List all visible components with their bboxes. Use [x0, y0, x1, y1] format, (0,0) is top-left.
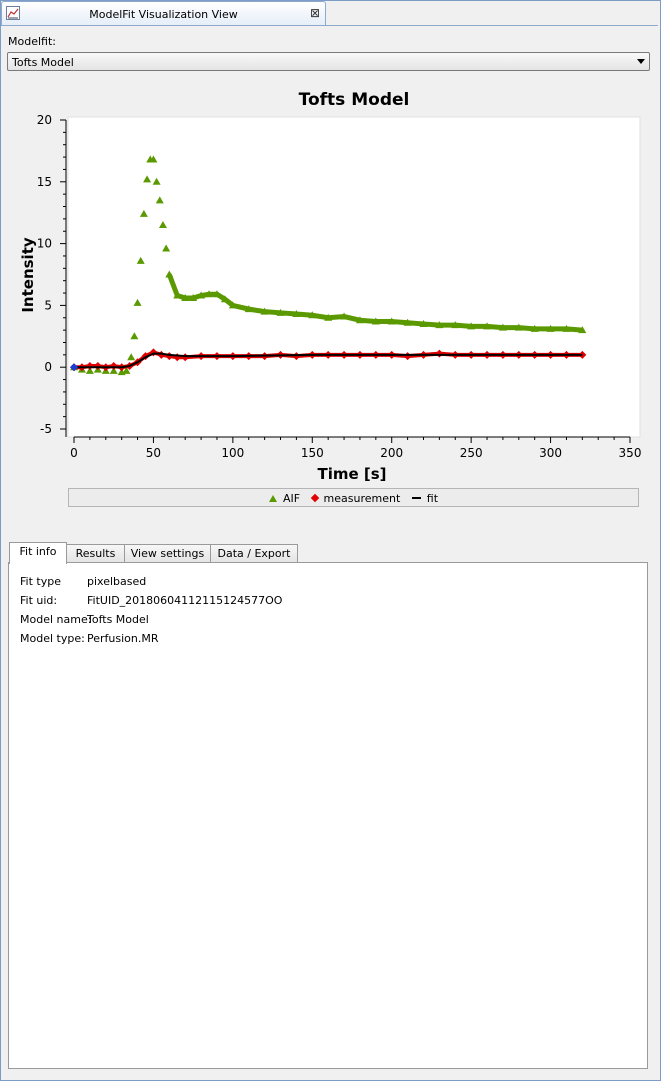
view-tab-title: ModelFit Visualization View — [89, 8, 238, 21]
fit-info-key: Fit type — [20, 575, 61, 588]
x-tick-label: 50 — [146, 446, 161, 460]
x-tick-label: 350 — [619, 446, 642, 460]
tab-results[interactable]: Results — [66, 544, 125, 563]
fit-info-value: pixelbased — [87, 575, 147, 588]
x-axis-label: Time [s] — [317, 465, 386, 483]
modelfit-label: Modelfit: — [8, 35, 56, 48]
modelfit-selected-value: Tofts Model — [12, 56, 74, 69]
y-tick-label: -5 — [40, 422, 52, 436]
legend-label-aif: AIF — [282, 492, 301, 505]
tab-data-export[interactable]: Data / Export — [210, 544, 298, 563]
view-tab[interactable]: ModelFit Visualization View ⊠ — [1, 1, 326, 25]
legend-label-fit: fit — [426, 492, 439, 505]
y-tick-label: 0 — [44, 360, 52, 374]
chevron-down-icon[interactable] — [637, 59, 645, 64]
y-tick-label: 10 — [37, 237, 52, 251]
chart: Tofts Model -5051015200 50 100 150 200 250 300… — [19, 90, 642, 483]
x-tick-label: 100 — [221, 446, 244, 460]
y-tick-label: 20 — [37, 113, 52, 127]
fit-info-panel: Fit type pixelbased Fit uid: FitUID_2018… — [8, 562, 648, 1069]
view-tab-divider — [1, 25, 658, 26]
legend-item-aif: AIF — [268, 492, 301, 505]
y-axis-label: Intensity — [19, 237, 37, 313]
x-tick-label: 300 — [539, 446, 562, 460]
fit-info-value: Perfusion.MR — [87, 632, 159, 645]
chart-title: Tofts Model — [299, 90, 410, 110]
x-tick-label: 200 — [380, 446, 403, 460]
x-tick-label: 0 — [70, 446, 78, 460]
fit-info-key: Model type: — [20, 632, 85, 645]
legend-item-measurement: measurement — [310, 492, 401, 505]
x-tick-label: 250 — [460, 446, 483, 460]
triangle-marker-icon — [268, 495, 277, 502]
plot-area — [67, 116, 641, 438]
tab-view-settings[interactable]: View settings — [124, 544, 211, 563]
legend-label-measurement: measurement — [323, 492, 401, 505]
y-tick-label: 5 — [44, 298, 52, 312]
modelfit-select[interactable]: Tofts Model — [7, 52, 650, 71]
legend-item-fit: fit — [411, 492, 439, 505]
chart-legend: AIF measurement fit — [68, 488, 639, 507]
tab-fit-info[interactable]: Fit info — [9, 542, 67, 564]
fit-info-key: Model name: — [20, 613, 92, 626]
y-tick-label: 15 — [37, 175, 52, 189]
diamond-marker-icon — [310, 493, 319, 503]
fit-info-key: Fit uid: — [20, 594, 58, 607]
close-icon[interactable]: ⊠ — [308, 6, 322, 20]
fit-info-value: Tofts Model — [87, 613, 149, 626]
line-marker-icon — [411, 497, 421, 499]
fit-info-value: FitUID_20180604112115124577OO — [87, 594, 283, 607]
x-tick-label: 150 — [301, 446, 324, 460]
